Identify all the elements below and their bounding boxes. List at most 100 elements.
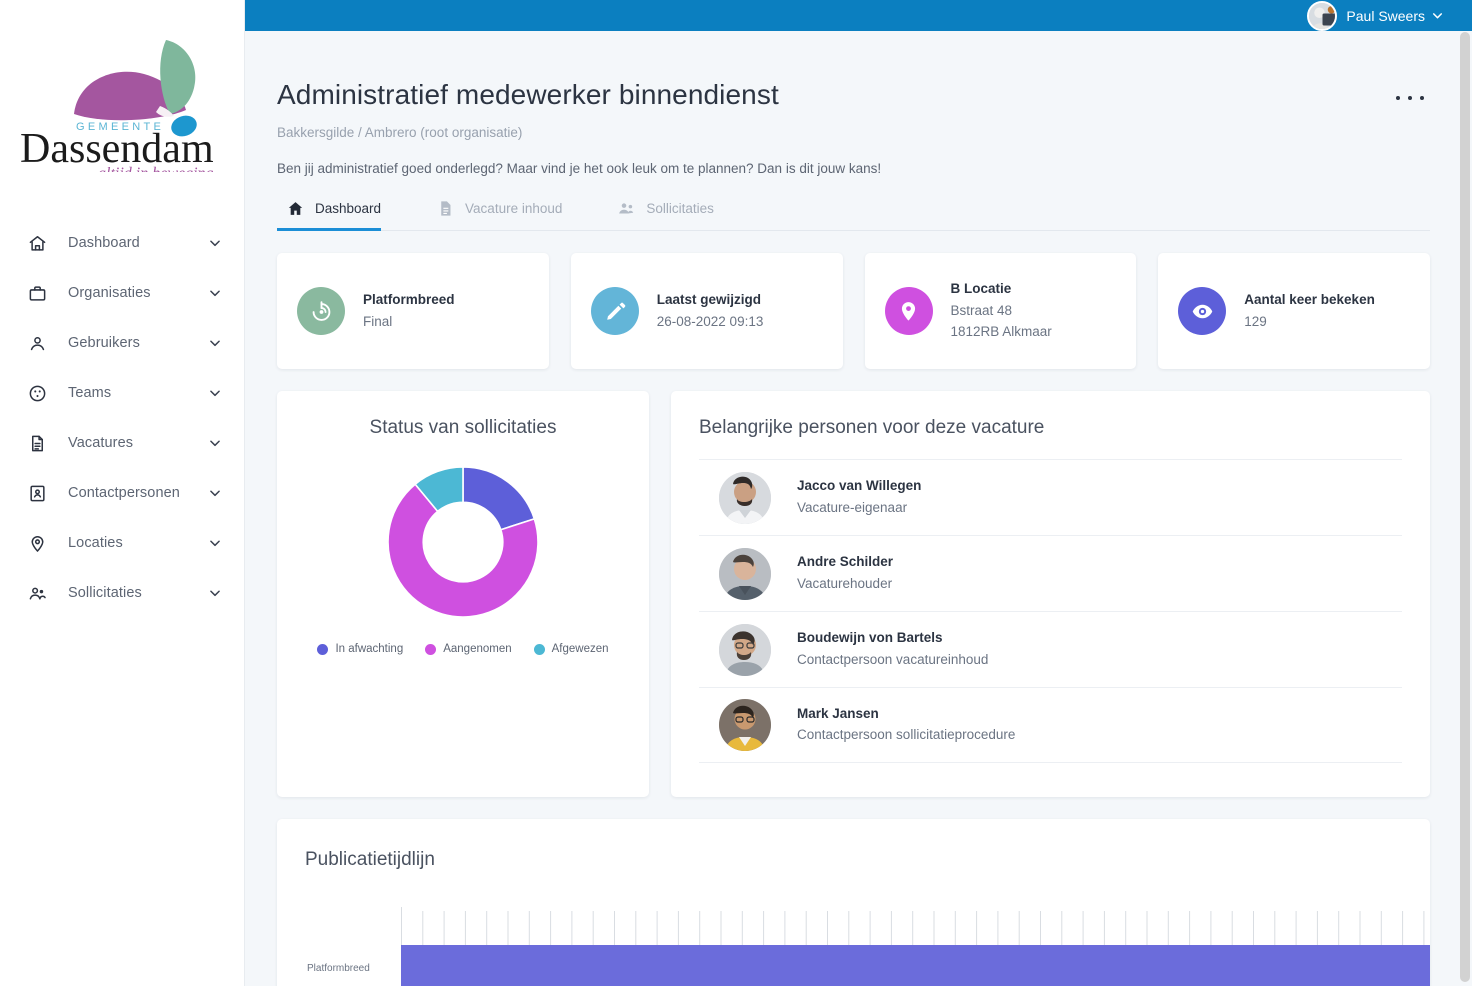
people-list: Jacco van Willegen Vacature-eigenaar And… [699,459,1402,763]
sidebar-item-label: Contactpersonen [68,485,180,501]
map-pin-icon [884,287,933,335]
top-bar: Paul Sweers [245,0,1472,31]
stat-card-title: Laatst gewijzigd [656,291,762,307]
users-icon [26,582,48,604]
user-menu[interactable]: Paul Sweers [1307,0,1444,31]
contact-card-icon [26,482,48,504]
donut-slice[interactable] [462,466,536,531]
chart-title: Status van sollicitaties [369,417,557,438]
avatar [719,699,771,751]
avatar-photo [719,623,771,676]
chevron-down-icon[interactable] [208,236,222,250]
team-circle-icon [26,382,48,404]
sidebar-item-label: Dashboard [68,235,140,251]
legend-label: Aangenomen [443,643,512,655]
chevron-down-icon[interactable] [208,386,222,400]
list-item[interactable]: Jacco van Willegen Vacature-eigenaar [699,459,1402,535]
person-role: Vacaturehouder [797,575,893,591]
broadcast-icon [297,287,345,335]
sidebar-item-vacatures[interactable]: Vacatures [0,418,244,468]
timeline-title: Publicatietijdlijn [305,849,435,870]
chevron-down-icon[interactable] [208,486,222,500]
list-item[interactable]: Mark Jansen Contactpersoon sollicitatiep… [699,687,1402,763]
more-options-icon[interactable] [1396,89,1424,107]
person-name: Mark Jansen [797,705,879,721]
avatar [719,471,771,524]
stat-card-title: Platformbreed [363,291,455,307]
tab-vacature-inhoud[interactable]: Vacature inhoud [427,200,584,230]
logo[interactable]: GEMEENTE Dassendam altijd in beweging [0,0,244,210]
main-content: Administratief medewerker binnendienst B… [245,31,1472,986]
stat-card-laatst-gewijzigd[interactable]: Laatst gewijzigd 26-08-2022 09:13 [570,253,843,369]
sidebar-item-organisaties[interactable]: Organisaties [0,268,244,318]
timeline-bar[interactable] [401,945,1430,986]
vertical-scrollbar[interactable] [1460,32,1470,982]
sidebar-item-contactpersonen[interactable]: Contactpersonen [0,468,244,518]
avatar-photo [719,471,771,524]
chevron-down-icon[interactable] [208,336,222,350]
panels-row: Status van sollicitaties In afwachting A… [277,391,1430,797]
stat-card-line2: 1812RB Alkmaar [950,324,1052,340]
sidebar-item-sollicitaties[interactable]: Sollicitaties [0,568,244,618]
tab-label: Vacature inhoud [465,201,563,216]
chevron-down-icon[interactable] [208,536,222,550]
stat-card-line1: Final [363,313,393,329]
stat-card-line1: 129 [1244,313,1267,329]
sidebar-item-teams[interactable]: Teams [0,368,244,418]
legend-label: Afgewezen [551,643,609,655]
legend-swatch [425,643,437,655]
sidebar-item-label: Sollicitaties [68,585,142,601]
users-icon [618,200,635,217]
sidebar-item-label: Locaties [68,535,123,551]
eye-icon [1178,287,1227,335]
sidebar-item-label: Organisaties [68,285,151,301]
stat-card-bekeken[interactable]: Aantal keer bekeken 129 [1158,253,1430,369]
list-item[interactable]: Boudewijn von Bartels Contactpersoon vac… [699,611,1402,687]
sidebar-item-label: Vacatures [68,435,134,451]
stat-card-line1: Bstraat 48 [950,302,1013,318]
person-role: Contactpersoon vacatureinhoud [797,651,989,667]
chevron-down-icon[interactable] [1431,9,1444,22]
tab-dashboard[interactable]: Dashboard [277,200,403,231]
person-name: Andre Schilder [797,554,894,570]
sidebar-item-gebruikers[interactable]: Gebruikers [0,318,244,368]
person-name: Jacco van Willegen [797,478,922,494]
list-item[interactable]: Andre Schilder Vacaturehouder [699,535,1402,611]
document-icon [437,200,454,217]
sidebar: GEMEENTE Dassendam altijd in beweging Da… [0,0,245,986]
tab-sollicitaties[interactable]: Sollicitaties [608,200,736,230]
user-name: Paul Sweers [1346,7,1425,24]
sidebar-item-label: Teams [68,385,112,401]
dassendam-logo-icon: GEMEENTE Dassendam altijd in beweging [20,40,214,172]
page-title: Administratief medewerker binnendienst [277,79,779,110]
sidebar-item-label: Gebruikers [68,335,140,351]
chevron-down-icon[interactable] [208,586,222,600]
avatar-photo [719,547,771,600]
tab-label: Dashboard [315,201,382,216]
home-icon [26,232,48,254]
people-panel: Belangrijke personen voor deze vacature [671,391,1430,797]
people-panel-title: Belangrijke personen voor deze vacature [699,417,1045,438]
sidebar-item-dashboard[interactable]: Dashboard [0,218,244,268]
person-name: Boudewijn von Bartels [797,630,943,646]
timeline-chart: Platformbreed [305,907,1430,986]
chevron-down-icon[interactable] [208,286,222,300]
sidebar-nav: Dashboard Organisaties Gebruikers Teams … [0,218,244,618]
stat-card-title: Aantal keer bekeken [1244,291,1375,307]
legend-swatch [317,643,329,655]
stat-card-locatie[interactable]: B Locatie Bstraat 48 1812RB Alkmaar [864,253,1137,369]
avatar-photo [1309,2,1336,29]
briefcase-icon [26,282,48,304]
chevron-down-icon[interactable] [208,436,222,450]
home-icon [287,200,304,217]
sidebar-item-locaties[interactable]: Locaties [0,518,244,568]
donut-chart [277,457,649,627]
timeline-panel: Publicatietijdlijn Platformbreed [277,819,1430,986]
stat-card-title: B Locatie [950,280,1012,296]
legend-item-afgewezen[interactable]: Afgewezen [533,643,609,655]
legend-item-in-afwachting[interactable]: In afwachting [317,643,403,655]
stat-card-platformbreed[interactable]: Platformbreed Final [277,253,549,369]
legend-item-aangenomen[interactable]: Aangenomen [425,643,512,655]
tab-bar: Dashboard Vacature inhoud Sollicitaties [277,200,1430,231]
avatar-photo [719,699,771,751]
